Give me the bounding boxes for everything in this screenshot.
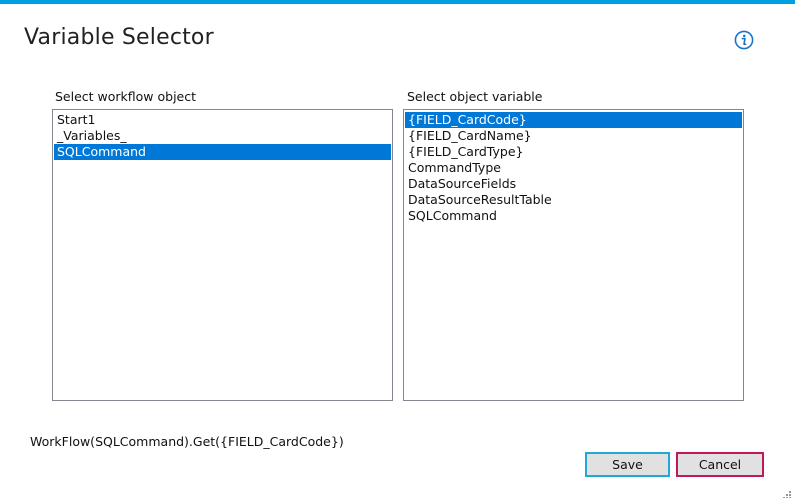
dialog-title: Variable Selector	[24, 25, 214, 50]
workflow-object-item[interactable]: SQLCommand	[54, 144, 391, 160]
object-variable-label: Select object variable	[407, 89, 543, 104]
object-variable-listbox[interactable]: {FIELD_CardCode} {FIELD_CardName} {FIELD_C…	[403, 109, 744, 401]
expression-preview: WorkFlow(SQLCommand).Get({FIELD_CardCode…	[30, 434, 344, 449]
object-variable-item[interactable]: DataSourceResultTable	[405, 192, 742, 208]
workflow-object-item[interactable]: Start1	[54, 112, 391, 128]
cancel-button[interactable]: Cancel	[676, 452, 764, 477]
window-accent-bar	[0, 0, 795, 4]
info-icon	[734, 30, 754, 50]
resize-grip[interactable]	[782, 485, 792, 498]
object-variable-item[interactable]: DataSourceFields	[405, 176, 742, 192]
workflow-object-item[interactable]: _Variables_	[54, 128, 391, 144]
variable-selector-dialog: Variable Selector Select workflow object…	[0, 0, 795, 498]
resize-grip-icon	[783, 491, 791, 498]
workflow-object-label: Select workflow object	[55, 89, 197, 104]
object-variable-item[interactable]: {FIELD_CardType}	[405, 144, 742, 160]
object-variable-item[interactable]: SQLCommand	[405, 208, 742, 224]
workflow-object-listbox[interactable]: Start1 _Variables_ SQLCommand	[52, 109, 393, 401]
object-variable-item[interactable]: {FIELD_CardCode}	[405, 112, 742, 128]
info-button[interactable]	[734, 30, 754, 50]
object-variable-item[interactable]: {FIELD_CardName}	[405, 128, 742, 144]
save-button[interactable]: Save	[585, 452, 670, 477]
object-variable-item[interactable]: CommandType	[405, 160, 742, 176]
